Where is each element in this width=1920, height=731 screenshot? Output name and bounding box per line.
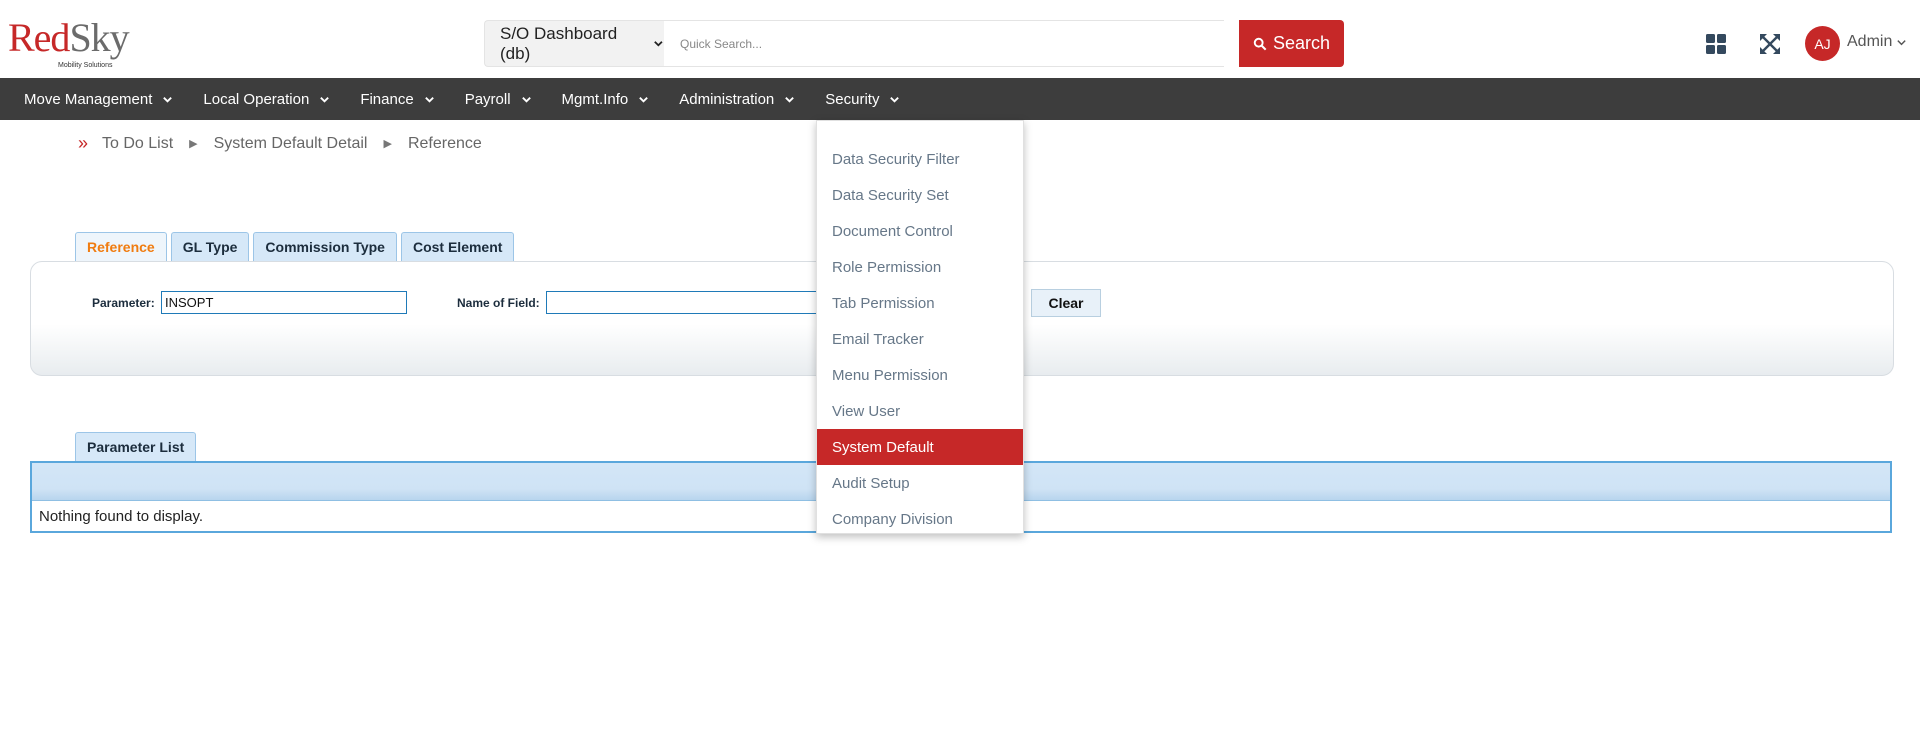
header-tools: AJ Admin [1680, 20, 1920, 67]
dashboard-select[interactable]: S/O Dashboard (db) [484, 20, 664, 67]
menu-item-role-permission[interactable]: Role Permission [817, 249, 1023, 285]
logo-text-red: Red [8, 15, 70, 60]
menu-item-system-default[interactable]: System Default [817, 429, 1023, 465]
nav-move-management[interactable]: Move Management [24, 91, 173, 108]
chevron-down-icon [639, 96, 649, 103]
breadcrumb-system-default-detail[interactable]: System Default Detail [214, 135, 368, 153]
dashboard-select-value: S/O Dashboard (db) [500, 23, 618, 63]
chevron-down-icon [654, 41, 663, 47]
menu-item-audit-setup[interactable]: Audit Setup [817, 465, 1023, 501]
nav-mgmt-info[interactable]: Mgmt.Info [562, 91, 650, 108]
grid-icon[interactable] [1705, 33, 1727, 55]
chevron-down-icon [785, 96, 795, 103]
chevron-down-icon [521, 96, 531, 103]
nav-label: Security [825, 90, 880, 108]
menu-item-tab-permission[interactable]: Tab Permission [817, 285, 1023, 321]
nav-administration[interactable]: Administration [679, 91, 795, 108]
search-button-label: Search [1272, 33, 1331, 53]
avatar[interactable]: AJ [1805, 26, 1840, 61]
triangle-right-icon: ▶ [189, 138, 198, 150]
breadcrumb-todo-list[interactable]: To Do List [102, 135, 173, 153]
expand-icon[interactable] [1759, 33, 1781, 55]
menu-item-document-control[interactable]: Document Control [817, 213, 1023, 249]
main-nav: Move Management Local Operation Finance … [0, 78, 1920, 120]
triangle-right-icon: ▶ [383, 138, 392, 150]
menu-item-data-security-filter[interactable]: Data Security Filter [817, 141, 1023, 177]
tab-cost-element[interactable]: Cost Element [400, 232, 515, 261]
menu-item-view-user[interactable]: View User [817, 393, 1023, 429]
nav-label: Mgmt.Info [561, 90, 629, 108]
chevron-down-icon [424, 96, 434, 103]
breadcrumb-reference: Reference [407, 134, 482, 152]
search-button[interactable]: Search [1239, 20, 1344, 67]
parameter-label: Parameter: [92, 296, 155, 310]
chevron-down-icon [1897, 39, 1907, 45]
tab-gl-type[interactable]: GL Type [170, 232, 250, 261]
nav-finance[interactable]: Finance [360, 91, 434, 108]
logo-subtitle: Mobility Solutions [58, 62, 113, 69]
user-name: Admin [1847, 33, 1893, 50]
nav-label: Local Operation [203, 90, 310, 108]
tab-commission-type[interactable]: Commission Type [253, 232, 397, 261]
chevron-down-icon [163, 96, 173, 103]
user-menu[interactable]: Admin [1847, 33, 1907, 51]
name-of-field-input[interactable] [546, 291, 846, 314]
nav-local-operation[interactable]: Local Operation [203, 91, 330, 108]
chevron-down-icon [320, 96, 330, 103]
nav-security[interactable]: Security [825, 91, 900, 108]
double-chevron-right-icon: » [78, 133, 89, 153]
nav-label: Move Management [24, 90, 153, 108]
menu-item-company-division[interactable]: Company Division [817, 501, 1023, 537]
tab-reference[interactable]: Reference [75, 232, 167, 261]
menu-item-data-security-set[interactable]: Data Security Set [817, 177, 1023, 213]
tab-parameter-list[interactable]: Parameter List [75, 432, 197, 461]
search-icon [1253, 37, 1267, 50]
redsky-logo[interactable]: RedSky Mobility Solutions [8, 15, 130, 74]
chevron-down-icon [890, 96, 900, 103]
reference-tabs: Reference GL Type Commission Type Cost E… [75, 232, 515, 261]
breadcrumb: » To Do List ▶ System Default Detail ▶ R… [78, 133, 482, 154]
logo-text-grey: Sky [69, 15, 129, 60]
security-dropdown-menu: Data Security Filter Data Security Set D… [816, 120, 1024, 534]
top-header: RedSky Mobility Solutions S/O Dashboard … [0, 0, 1920, 78]
nav-label: Finance [360, 90, 414, 108]
nav-label: Payroll [464, 90, 511, 108]
quick-search-input[interactable] [664, 20, 1224, 67]
nav-label: Administration [679, 90, 775, 108]
parameter-input[interactable] [161, 291, 407, 314]
menu-item-menu-permission[interactable]: Menu Permission [817, 357, 1023, 393]
search-group: S/O Dashboard (db) Search [484, 20, 1344, 67]
clear-button[interactable]: Clear [1031, 289, 1101, 317]
name-of-field-label: Name of Field: [457, 296, 540, 310]
menu-item-email-tracker[interactable]: Email Tracker [817, 321, 1023, 357]
nav-payroll[interactable]: Payroll [465, 91, 532, 108]
